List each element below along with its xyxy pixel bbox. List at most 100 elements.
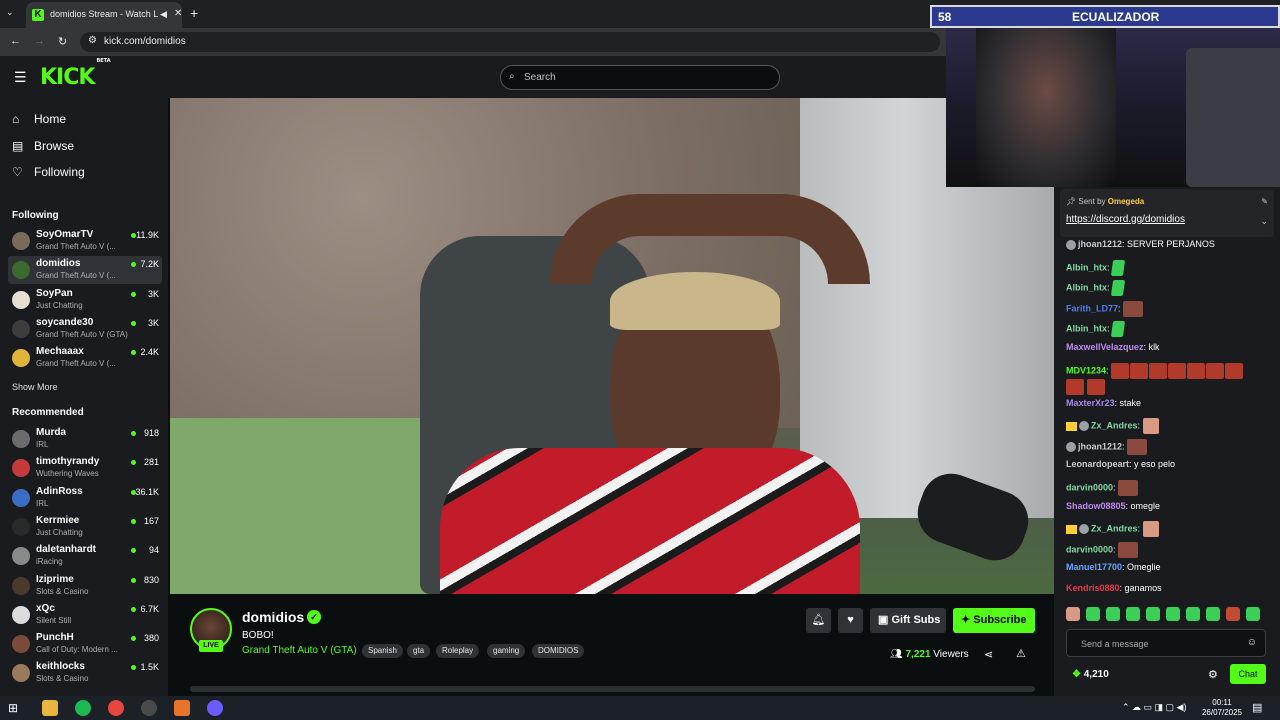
stream-tag[interactable]: Roleplay <box>436 644 480 658</box>
chrome-icon[interactable] <box>108 700 124 716</box>
tab-search-chevron-icon[interactable]: ⌄ <box>6 7 14 18</box>
chat-message[interactable]: Shadow08805: omegle <box>1066 501 1160 511</box>
stream-tag[interactable]: gta <box>407 644 431 658</box>
gift-subs-button[interactable]: ▣ Gift Subs <box>870 608 946 633</box>
speaker-icon[interactable]: ◀ <box>160 9 167 20</box>
chat-message[interactable]: jhoan1212: <box>1066 438 1148 455</box>
emoji-icon[interactable]: ☺ <box>1247 637 1257 648</box>
kick-logo[interactable]: KICKBETA <box>40 58 111 90</box>
chat-username[interactable]: Zx_Andres <box>1091 421 1138 431</box>
search-input[interactable]: ⌕ Search <box>500 65 780 90</box>
chat-message[interactable]: Albin_htx: <box>1066 259 1126 276</box>
chat-username[interactable]: Zx_Andres <box>1091 524 1138 534</box>
quick-emote-icon[interactable] <box>1106 607 1120 621</box>
subscribe-button[interactable]: ✦ Subscribe <box>953 608 1035 633</box>
quick-emote-icon[interactable] <box>1206 607 1220 621</box>
chat-message[interactable]: Farith_LD77: <box>1066 300 1144 317</box>
chat-username[interactable]: darvin0000 <box>1066 482 1113 492</box>
recommended-channel-item[interactable]: Kerrmiee Just Chatting 167 <box>8 513 162 541</box>
recommended-channel-item[interactable]: PunchH Call of Duty: Modern ... 380 <box>8 630 162 658</box>
chat-message[interactable]: Albin_htx: <box>1066 321 1126 338</box>
recommended-channel-item[interactable]: daletanhardt iRacing 94 <box>8 542 162 570</box>
chat-message[interactable]: MaxwellVelazquez: klk <box>1066 342 1160 352</box>
url-bar[interactable]: ⚙ kick.com/domidios <box>80 32 940 52</box>
quick-emote-icon[interactable] <box>1066 607 1080 621</box>
quick-emote-icon[interactable] <box>1186 607 1200 621</box>
chat-username[interactable]: jhoan1212 <box>1078 239 1122 249</box>
spotify-icon[interactable] <box>75 700 91 716</box>
chat-message[interactable]: Manuel17700: Omeglie <box>1066 562 1161 572</box>
new-tab-icon[interactable]: + <box>190 5 198 21</box>
chat-username[interactable]: MDV1234 <box>1066 365 1106 375</box>
messenger-icon[interactable] <box>207 700 223 716</box>
chevron-down-icon[interactable]: ⌄ <box>1260 216 1268 227</box>
stream-tag[interactable]: DOMIDIOS <box>532 644 585 658</box>
app-icon[interactable] <box>174 700 190 716</box>
taskbar-clock[interactable]: 00:11 26/07/2025 <box>1200 698 1244 718</box>
chat-username[interactable]: MaxwellVelazquez <box>1066 342 1144 352</box>
obs-icon[interactable] <box>141 700 157 716</box>
chat-message[interactable]: Leonardopeart: y eso pelo <box>1066 459 1175 469</box>
notification-bell-button[interactable]: 🔔︎ <box>806 608 831 633</box>
chat-message[interactable]: MaxterXr23: stake <box>1066 398 1141 408</box>
video-player[interactable] <box>170 98 1054 594</box>
streamer-name[interactable]: domidios <box>242 609 304 625</box>
file-explorer-icon[interactable] <box>42 700 58 716</box>
share-icon[interactable]: ⋖ <box>984 648 993 661</box>
stream-tag[interactable]: Spanish <box>362 644 403 658</box>
nav-browse[interactable]: ▤ Browse <box>12 139 74 153</box>
chat-username[interactable]: Albin_htx <box>1066 262 1107 272</box>
chat-message[interactable]: darvin0000: <box>1066 541 1139 558</box>
close-tab-icon[interactable]: ✕ <box>174 8 182 19</box>
chat-username[interactable]: Shadow08805 <box>1066 501 1126 511</box>
back-icon[interactable]: ← <box>10 35 21 47</box>
system-tray[interactable]: ⌃ ☁ ▭ ◨ ▢ ◀) <box>1122 702 1186 713</box>
nav-following[interactable]: ♡ Following <box>12 165 85 179</box>
chat-username[interactable]: Leonardopeart <box>1066 459 1129 469</box>
nav-home[interactable]: ⌂ Home <box>12 112 66 126</box>
browser-tab[interactable]: K domidios Stream - Watch L ◀ ✕ <box>26 2 182 28</box>
chat-username[interactable]: Farith_LD77 <box>1066 303 1118 313</box>
stream-category[interactable]: Grand Theft Auto V (GTA) <box>242 645 357 656</box>
chat-username[interactable]: Kendris0880 <box>1066 583 1120 593</box>
quick-emote-icon[interactable] <box>1166 607 1180 621</box>
quick-emote-icon[interactable] <box>1126 607 1140 621</box>
chat-username[interactable]: Albin_htx <box>1066 324 1107 334</box>
site-info-icon[interactable]: ⚙ <box>88 35 97 46</box>
chat-username[interactable]: MaxterXr23 <box>1066 398 1115 408</box>
recommended-channel-item[interactable]: Iziprime Slots & Casino 830 <box>8 572 162 600</box>
follow-heart-button[interactable]: ♥ <box>838 608 863 633</box>
unpin-icon[interactable]: ✎ <box>1261 197 1268 206</box>
chat-username[interactable]: Manuel17700 <box>1066 562 1122 572</box>
menu-icon[interactable]: ☰ <box>14 70 27 84</box>
chat-message-input[interactable]: Send a message ☺ <box>1066 629 1266 657</box>
windows-start-icon[interactable]: ⊞ <box>8 700 24 716</box>
stream-tag[interactable]: gaming <box>487 644 526 658</box>
recommended-channel-item[interactable]: timothyrandy Wuthering Waves 281 <box>8 454 162 482</box>
chat-settings-icon[interactable]: ⚙ <box>1208 668 1218 681</box>
chat-message[interactable]: jhoan1212: SERVER PERJANOS <box>1066 239 1215 250</box>
quick-emote-icon[interactable] <box>1146 607 1160 621</box>
chat-message[interactable]: Zx_Andres: <box>1066 418 1159 435</box>
recommended-channel-item[interactable]: Murda IRL 918 <box>8 425 162 453</box>
page-scrollbar[interactable] <box>190 686 1035 692</box>
pinned-link[interactable]: https://discord.gg/domidios <box>1066 214 1185 225</box>
recommended-channel-item[interactable]: keithlocks Slots & Casino 1.5K <box>8 659 162 687</box>
following-channel-item[interactable]: SoyPan Just Chatting 3K <box>8 286 162 314</box>
chat-message[interactable]: Albin_htx: <box>1066 280 1126 297</box>
reload-icon[interactable]: ↻ <box>58 35 67 48</box>
recommended-channel-item[interactable]: xQc Silent Still 6.7K <box>8 601 162 629</box>
chat-username[interactable]: Albin_htx <box>1066 283 1107 293</box>
following-channel-item[interactable]: soycande30 Grand Theft Auto V (GTA) 3K <box>8 315 162 343</box>
following-channel-item[interactable]: SoyOmarTV Grand Theft Auto V (... 11.9K <box>8 227 162 255</box>
chat-message[interactable]: darvin0000: <box>1066 480 1139 496</box>
quick-emote-icon[interactable] <box>1226 607 1240 621</box>
notification-icon[interactable]: ▤ <box>1252 701 1262 714</box>
show-more-link[interactable]: Show More <box>12 382 58 392</box>
chat-message[interactable]: MDV1234: <box>1066 362 1244 395</box>
forward-icon[interactable]: → <box>34 35 45 47</box>
chat-message[interactable]: Zx_Andres: <box>1066 521 1159 538</box>
chat-message[interactable]: Kendris0880: ganamos <box>1066 583 1162 593</box>
quick-emote-icon[interactable] <box>1246 607 1260 621</box>
quick-emote-icon[interactable] <box>1086 607 1100 621</box>
